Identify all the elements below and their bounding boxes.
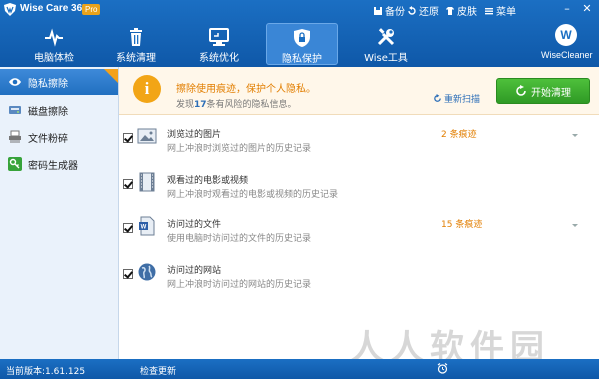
film-icon xyxy=(139,172,155,192)
check-update-link[interactable]: 检查更新 xyxy=(140,364,176,377)
item-checkbox[interactable] xyxy=(123,133,133,143)
trace-count[interactable]: 15 条痕迹 xyxy=(441,217,482,230)
list-item: W 访问过的文件 使用电脑时访问过的文件的历史记录 15 条痕迹 xyxy=(119,212,599,258)
title-row: Wise Care 365 Pro 备份 还原 皮肤 菜单 – ✕ xyxy=(0,0,599,20)
disk-icon xyxy=(374,6,382,15)
privacy-banner: i 擦除使用痕迹，保护个人隐私。 发现17条有风险的隐私信息。 重新扫描 开始清… xyxy=(119,67,599,115)
skin-menu[interactable]: 皮肤 xyxy=(445,3,477,18)
item-description: 使用电脑时访问过的文件的历史记录 xyxy=(167,234,312,244)
shredder-icon xyxy=(9,130,21,143)
rescan-link[interactable]: 重新扫描 xyxy=(433,92,480,105)
sidebar-item-disk-erase[interactable]: 磁盘擦除 xyxy=(0,97,118,123)
top-bar: Wise Care 365 Pro 备份 还原 皮肤 菜单 – ✕ 电脑体检 系… xyxy=(0,0,599,67)
status-bar: 当前版本:1.61.125 检查更新 xyxy=(0,359,599,379)
pulse-icon xyxy=(45,28,63,47)
shirt-icon xyxy=(446,6,454,15)
risk-count: 17 xyxy=(194,100,207,110)
picture-icon xyxy=(137,128,157,144)
menu-icon xyxy=(485,7,493,14)
restore-icon xyxy=(408,5,416,15)
wisecleaner-logo[interactable]: W xyxy=(555,24,577,46)
tab-label: 系统优化 xyxy=(199,53,239,64)
tab-label: Wise工具 xyxy=(364,53,408,64)
tab-label: 电脑体检 xyxy=(34,53,74,64)
item-title: 访问过的网站 xyxy=(167,266,222,276)
wisecleaner-label: WiseCleaner xyxy=(541,50,593,60)
clean-refresh-icon xyxy=(516,85,526,96)
banner-summary-suffix: 条有风险的隐私信息。 xyxy=(206,100,297,110)
main-tabs: 电脑体检 系统清理 系统优化 隐私保护 Wise工具 xyxy=(0,20,599,67)
list-item: 浏览过的图片 网上冲浪时浏览过的图片的历史记录 2 条痕迹 xyxy=(119,122,599,168)
item-description: 网上冲浪时浏览过的图片的历史记录 xyxy=(167,144,312,154)
list-item: 访问过的网站 网上冲浪时访问过的网站的历史记录 xyxy=(119,258,599,304)
trace-count[interactable]: 2 条痕迹 xyxy=(441,127,477,140)
banner-title: 擦除使用痕迹，保护个人隐私。 xyxy=(176,84,316,95)
sidebar-item-label: 隐私擦除 xyxy=(28,78,68,90)
restore-menu[interactable]: 还原 xyxy=(407,3,439,18)
item-description: 网上冲浪时观看过的电影或视频的历史记录 xyxy=(167,190,339,200)
sidebar: 隐私擦除 磁盘擦除 文件粉碎 密码生成器 xyxy=(0,67,119,359)
expand-arrow-icon[interactable] xyxy=(572,224,578,227)
item-description: 网上冲浪时访问过的网站的历史记录 xyxy=(167,280,312,290)
document-icon: W xyxy=(139,216,155,236)
tab-system-clean[interactable]: 系统清理 xyxy=(100,23,172,65)
sidebar-item-password-generator[interactable]: 密码生成器 xyxy=(0,151,118,177)
backup-menu[interactable]: 备份 xyxy=(373,3,405,18)
sidebar-item-file-shredder[interactable]: 文件粉碎 xyxy=(0,124,118,150)
item-checkbox[interactable] xyxy=(123,269,133,279)
list-item: 观看过的电影或视频 网上冲浪时观看过的电影或视频的历史记录 xyxy=(119,168,599,214)
expand-arrow-icon[interactable] xyxy=(572,134,578,137)
info-warning-icon: i xyxy=(133,75,161,103)
disk-erase-icon xyxy=(9,106,21,114)
minimize-button[interactable]: – xyxy=(560,2,574,16)
banner-summary-prefix: 发现 xyxy=(176,100,195,110)
item-title: 访问过的文件 xyxy=(167,220,222,230)
globe-icon xyxy=(138,263,156,281)
main-panel: i 擦除使用痕迹，保护个人隐私。 发现17条有风险的隐私信息。 重新扫描 开始清… xyxy=(119,67,599,359)
sidebar-item-label: 文件粉碎 xyxy=(28,133,68,145)
item-title: 观看过的电影或视频 xyxy=(167,176,249,186)
tab-pc-checkup[interactable]: 电脑体检 xyxy=(18,23,90,65)
close-button[interactable]: ✕ xyxy=(580,2,594,16)
version-text: 当前版本:1.61.125 xyxy=(6,367,86,377)
alarm-clock-icon[interactable] xyxy=(437,363,448,374)
pro-badge: Pro xyxy=(82,4,101,15)
eye-icon xyxy=(9,78,21,86)
item-checkbox[interactable] xyxy=(123,223,133,233)
main-menu[interactable]: 菜单 xyxy=(484,3,516,18)
sidebar-item-label: 磁盘擦除 xyxy=(28,106,68,118)
app-title: Wise Care 365 xyxy=(20,3,88,14)
sidebar-item-privacy-erase[interactable]: 隐私擦除 xyxy=(0,69,118,95)
restore-label: 还原 xyxy=(419,7,439,18)
shield-icon xyxy=(294,29,310,47)
start-clean-button[interactable]: 开始清理 xyxy=(496,78,590,104)
monitor-icon xyxy=(209,28,229,46)
item-checkbox[interactable] xyxy=(123,179,133,189)
tab-wise-tools[interactable]: Wise工具 xyxy=(350,23,422,65)
new-corner-badge xyxy=(104,69,118,83)
tab-label: 隐私保护 xyxy=(282,54,322,65)
trash-icon xyxy=(130,28,142,46)
sidebar-item-label: 密码生成器 xyxy=(28,160,78,172)
tab-system-optimize[interactable]: 系统优化 xyxy=(183,23,255,65)
skin-label: 皮肤 xyxy=(457,7,477,18)
backup-label: 备份 xyxy=(385,7,405,18)
menu-label: 菜单 xyxy=(496,7,516,18)
refresh-icon xyxy=(434,94,441,102)
svg-text:W: W xyxy=(141,225,147,231)
rescan-label: 重新扫描 xyxy=(444,95,481,105)
tab-label: 系统清理 xyxy=(116,53,156,64)
start-clean-label: 开始清理 xyxy=(531,87,571,99)
key-icon xyxy=(8,157,22,171)
banner-summary: 发现17条有风险的隐私信息。 xyxy=(176,97,297,110)
item-title: 浏览过的图片 xyxy=(167,130,222,140)
app-logo-icon xyxy=(4,3,16,16)
tools-icon xyxy=(377,28,395,46)
tab-privacy-protect[interactable]: 隐私保护 xyxy=(266,23,338,65)
